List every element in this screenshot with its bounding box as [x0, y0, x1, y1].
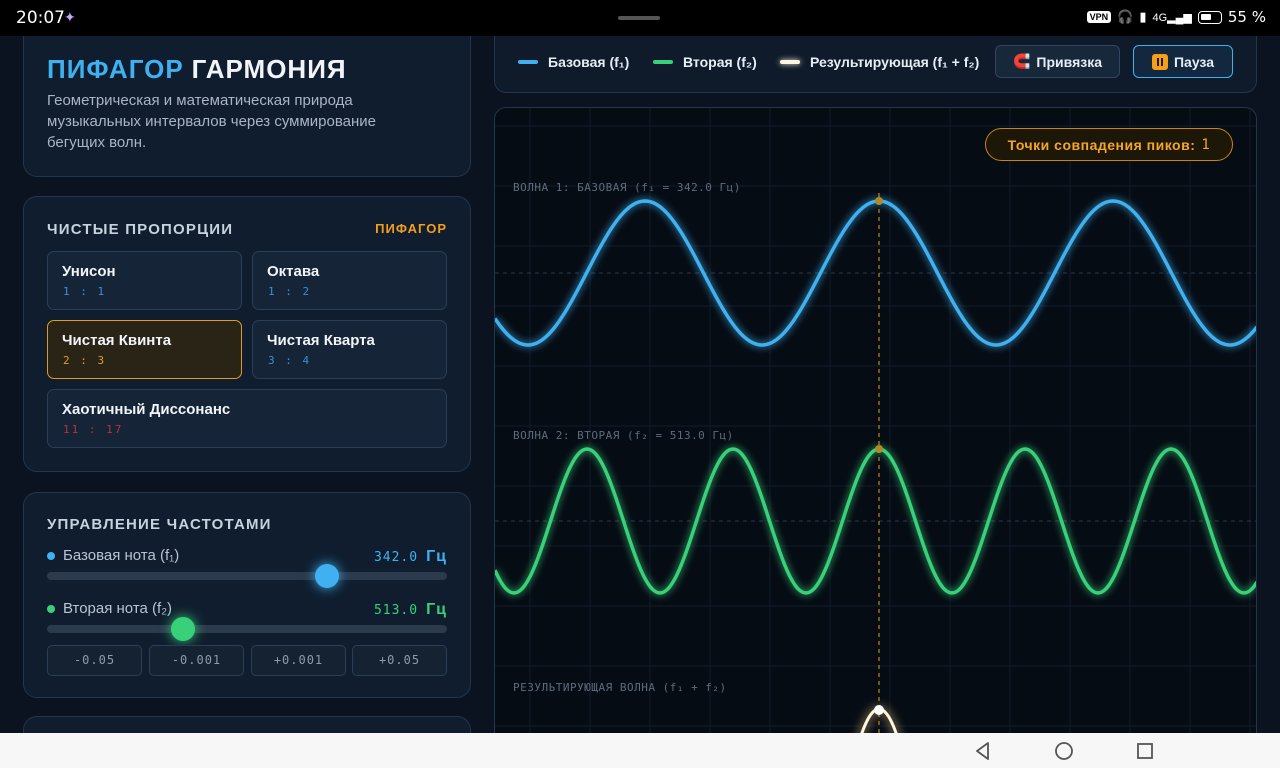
legend-result: Результирующая (f₁ + f₂) [780, 54, 979, 70]
wave2-peak-dot [875, 445, 883, 453]
legend-second: Вторая (f₂) [653, 54, 757, 70]
second-note-value: 513.0 Гц [373, 601, 447, 618]
battery-percent: 55 % [1227, 8, 1266, 26]
title-panel: ПИФАГОР ГАРМОНИЯ Геометрическая и математ… [23, 36, 471, 177]
wave2-label: ВОЛНА 2: ВТОРАЯ (f₂ = 513.0 Гц) [513, 429, 734, 442]
base-note-value: 342.0 Гц [373, 548, 447, 565]
wave-oscilloscope[interactable]: Точки совпадения пиков: 1 ВОЛНА 1: БАЗОВ… [494, 107, 1257, 733]
step-plus-0001-button[interactable]: +0.001 [251, 645, 346, 676]
step-plus-005-button[interactable]: +0.05 [352, 645, 447, 676]
step-minus-005-button[interactable]: -0.05 [47, 645, 142, 676]
app-title: ПИФАГОР ГАРМОНИЯ [47, 54, 347, 84]
ratio-card-dissonance[interactable]: Хаотичный Диссонанс 11 : 17 [47, 389, 447, 448]
frequency-title: УПРАВЛЕНИЕ ЧАСТОТАМИ [47, 516, 272, 533]
base-note-slider-thumb[interactable] [315, 564, 339, 588]
legend-bar: Базовая (f₁) Вторая (f₂) Результирующая … [494, 36, 1257, 93]
ratio-card-perfect-fourth[interactable]: Чистая Кварта 3 : 4 [252, 320, 447, 379]
second-note-slider-thumb[interactable] [171, 617, 195, 641]
status-icons: VPN 🎧 ▮ 4G▂▄▆ 55 % [1086, 8, 1266, 26]
wave-canvas [495, 108, 1256, 733]
snap-button[interactable]: 🧲 Привязка [995, 45, 1120, 78]
wave1-label: ВОЛНА 1: БАЗОВАЯ (f₁ = 342.0 Гц) [513, 181, 741, 194]
ratio-card-octave[interactable]: Октава 1 : 2 [252, 251, 447, 310]
navigation-bar [0, 733, 1280, 768]
result-wave-label: РЕЗУЛЬТИРУЮЩАЯ ВОЛНА (f₁ + f₂) [513, 681, 727, 694]
signal-icon: 4G▂▄▆ [1152, 11, 1192, 24]
vpn-icon: VPN [1086, 11, 1112, 23]
ratio-card-unison[interactable]: Унисон 1 : 1 [47, 251, 242, 310]
assistant-spark-icon: ✦ [64, 9, 76, 25]
result-peak-dot [874, 705, 884, 715]
legend-base: Базовая (f₁) [518, 54, 629, 70]
clock: 20:07 [16, 8, 65, 28]
sim-icon: ▮ [1139, 9, 1147, 24]
battery-icon [1197, 10, 1222, 24]
base-note-label: Базовая нота (f₁) [47, 547, 179, 564]
app-subtitle: Геометрическая и математическая природа … [47, 92, 376, 151]
window-drag-handle[interactable] [618, 16, 660, 20]
home-icon[interactable] [1052, 739, 1076, 763]
second-dot-icon [47, 604, 55, 613]
pause-icon [1151, 53, 1168, 70]
peak-match-badge: Точки совпадения пиков: 1 [985, 128, 1233, 161]
step-minus-0001-button[interactable]: -0.001 [149, 645, 244, 676]
proportions-panel: ЧИСТЫЕ ПРОПОРЦИИ ПИФАГОР Унисон 1 : 1 Ок… [23, 196, 471, 472]
second-note-slider[interactable] [47, 617, 447, 641]
ratio-card-perfect-fifth[interactable]: Чистая Квинта 2 : 3 [47, 320, 242, 379]
legend-second-swatch [653, 60, 673, 64]
legend-base-swatch [518, 60, 538, 64]
base-dot-icon [47, 551, 55, 560]
frequency-panel: УПРАВЛЕНИЕ ЧАСТОТАМИ Базовая нота (f₁) 3… [23, 492, 471, 698]
status-bar: 20:07 ✦ VPN 🎧 ▮ 4G▂▄▆ 55 % [0, 0, 1280, 36]
recents-icon[interactable] [1133, 739, 1157, 763]
second-note-label: Вторая нота (f₂) [47, 600, 172, 617]
proportions-tag: ПИФАГОР [375, 221, 447, 236]
back-icon[interactable] [971, 739, 995, 763]
wave1-peak-dot [875, 197, 883, 205]
app-content: ПИФАГОР ГАРМОНИЯ Геометрическая и математ… [0, 36, 1280, 733]
pause-button[interactable]: Пауза [1133, 45, 1233, 78]
proportions-title: ЧИСТЫЕ ПРОПОРЦИИ [47, 221, 234, 238]
base-note-slider[interactable] [47, 564, 447, 588]
headphones-icon: 🎧 [1117, 9, 1134, 24]
next-panel [23, 716, 471, 733]
magnet-icon: 🧲 [1012, 53, 1031, 69]
legend-result-swatch [780, 60, 800, 64]
